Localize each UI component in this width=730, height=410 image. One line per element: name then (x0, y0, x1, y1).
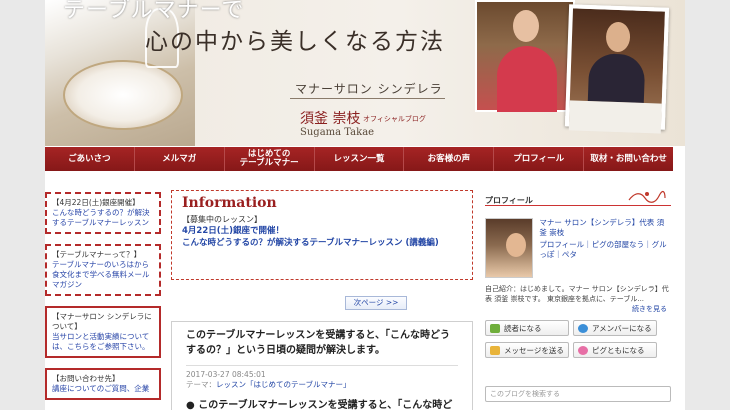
blog-search-input[interactable]: このブログを検索する (485, 386, 671, 402)
profile-links[interactable]: プロフィール｜ピグの部屋なう｜グルっぽ｜ペタ (539, 240, 671, 260)
author-roman-name: Sugama Takae (300, 127, 375, 138)
photo-table (568, 100, 662, 134)
photo-face (605, 21, 631, 53)
profile-info: マナー サロン【シンデレラ】代表 須釜 崇枝 プロフィール｜ピグの部屋なう｜グル… (539, 218, 671, 278)
send-message-button[interactable]: メッセージを送る (485, 342, 569, 358)
nav-profile[interactable]: プロフィール (494, 147, 585, 171)
information-link-date[interactable]: 4月22日(土)銀座で開催！ (182, 225, 462, 237)
salon-name: マナーサロン シンデレラ (295, 82, 443, 96)
profile-heading-label: プロフィール (485, 196, 533, 205)
nav-contact[interactable]: 取材・お問い合わせ (584, 147, 674, 171)
information-text: 【募集中のレッスン】 (182, 215, 262, 224)
banner-title: 【テーブルマナーって？】 (52, 250, 142, 259)
button-label: メッセージを送る (504, 345, 564, 355)
nav-lesson-list[interactable]: レッスン一覧 (314, 147, 405, 171)
header-tagline: 心の中から美しくなる方法 (145, 29, 445, 55)
avatar-face (506, 233, 526, 257)
sidebar-banner-lesson[interactable]: 【4月22日(土)銀座開催】 こんな時どうするの？が解決するテーブルマナーレッス… (45, 192, 161, 234)
banner-title: 【お問い合わせ先】 (52, 374, 120, 383)
message-icon (490, 345, 500, 355)
profile-name[interactable]: マナー サロン【シンデレラ】代表 須釜 崇枝 (539, 218, 671, 238)
article-title[interactable]: このテーブルマナーレッスンを受講すると、「こんな時どうするの？」という日頃の疑問… (186, 328, 458, 358)
amember-icon (578, 323, 588, 333)
official-blog-label: オフィシャルブログ (363, 115, 426, 123)
blog-article: このテーブルマナーレッスンを受講すると、「こんな時どうするの？」という日頃の疑問… (171, 321, 473, 410)
banner-link[interactable]: 当サロンと活動実績については、こちらをご参照下さい。 (52, 332, 154, 352)
profile-heading: プロフィール (485, 188, 671, 206)
photo-dress (497, 46, 557, 112)
left-sidebar: 【4月22日(土)銀座開催】 こんな時どうするの？が解決するテーブルマナーレッス… (45, 192, 161, 410)
author-name: 須釜 崇枝 (300, 111, 361, 127)
theme-label: テーマ： (186, 380, 216, 389)
author-photo-dining (564, 4, 670, 134)
right-sidebar: プロフィール マナー サロン【シンデレラ】代表 須釜 崇枝 プロフィール｜ピグの… (485, 188, 671, 402)
banner-title: 【4月22日(土)銀座開催】 (52, 198, 140, 207)
information-box: Information 【募集中のレッスン】 4月22日(土)銀座で開催！ こん… (171, 190, 473, 280)
blog-header[interactable]: テーブルマナーで 心の中から美しくなる方法 マナーサロン シンデレラ 須釜 崇枝… (45, 0, 685, 146)
become-pigg-friend-button[interactable]: ピグともになる (573, 342, 657, 358)
button-label: 読者になる (504, 323, 542, 333)
author-photo-red-dress (475, 0, 575, 112)
become-amember-button[interactable]: アメンバーになる (573, 320, 657, 336)
theme-link[interactable]: レッスン「はじめてのテーブルマナー」 (216, 380, 351, 389)
profile-summary: マナー サロン【シンデレラ】代表 須釜 崇枝 プロフィール｜ピグの部屋なう｜グル… (485, 218, 671, 278)
plate-graphic (63, 60, 183, 130)
ornament-icon (628, 190, 666, 203)
article-body: ● このテーブルマナーレッスンを受講すると、「こんな時ど (186, 400, 453, 410)
banner-link[interactable]: こんな時どうするの？が解決するテーブルマナーレッスン (52, 208, 154, 228)
article-divider (186, 365, 458, 366)
nav-first-table-manners[interactable]: はじめての テーブルマナー (224, 147, 315, 171)
banner-link[interactable]: テーブルマナーのいろはから食文化まで学べる無料メールマガジン (52, 260, 154, 290)
article-theme: テーマ：レッスン「はじめてのテーブルマナー」 (186, 380, 458, 390)
pigg-icon (578, 345, 588, 355)
information-link-lesson[interactable]: こんな時どうするの？が解決するテーブルマナーレッスン (講義編) (182, 237, 462, 249)
salon-divider (290, 98, 445, 99)
photo-clothing (587, 53, 646, 103)
profile-description: 自己紹介：はじめまして。マナー サロン【シンデレラ】代表 須釜 崇枝です。 東京… (485, 285, 669, 303)
nav-mailmagazine[interactable]: メルマガ (134, 147, 225, 171)
avatar[interactable] (485, 218, 534, 278)
sidebar-banner-about[interactable]: 【マナーサロン シンデレラについて】 当サロンと活動実績については、こちらをご参… (45, 306, 161, 358)
sidebar-banner-contact[interactable]: 【お問い合わせ先】 講座についてのご質問、企業 (45, 368, 161, 400)
blog-page: テーブルマナーで 心の中から美しくなる方法 マナーサロン シンデレラ 須釜 崇枝… (45, 0, 685, 410)
photo-face (513, 10, 539, 42)
banner-link[interactable]: 講座についてのご質問、企業 (52, 384, 154, 394)
read-more-link[interactable]: 続きを見る (485, 304, 667, 314)
button-label: ピグともになる (592, 345, 645, 355)
article-date: 2017-03-27 08:45:01 (186, 370, 266, 379)
banner-title: 【マナーサロン シンデレラについて】 (52, 312, 152, 331)
nav-customer-voice[interactable]: お客様の声 (404, 147, 495, 171)
main-navigation: ごあいさつ メルマガ はじめての テーブルマナー レッスン一覧 お客様の声 プロ… (45, 147, 674, 171)
profile-action-buttons: 読者になる アメンバーになる メッセージを送る ピグともになる (485, 320, 671, 358)
header-tagline-top: テーブルマナーで (63, 0, 245, 23)
nav-greeting[interactable]: ごあいさつ (45, 147, 135, 171)
sidebar-banner-newsletter[interactable]: 【テーブルマナーって？】 テーブルマナーのいろはから食文化まで学べる無料メールマ… (45, 244, 161, 296)
button-label: アメンバーになる (592, 323, 652, 333)
become-reader-button[interactable]: 読者になる (485, 320, 569, 336)
next-page-button[interactable]: 次ページ >> (345, 296, 407, 310)
information-title: Information (182, 195, 277, 211)
reader-icon (490, 323, 500, 333)
